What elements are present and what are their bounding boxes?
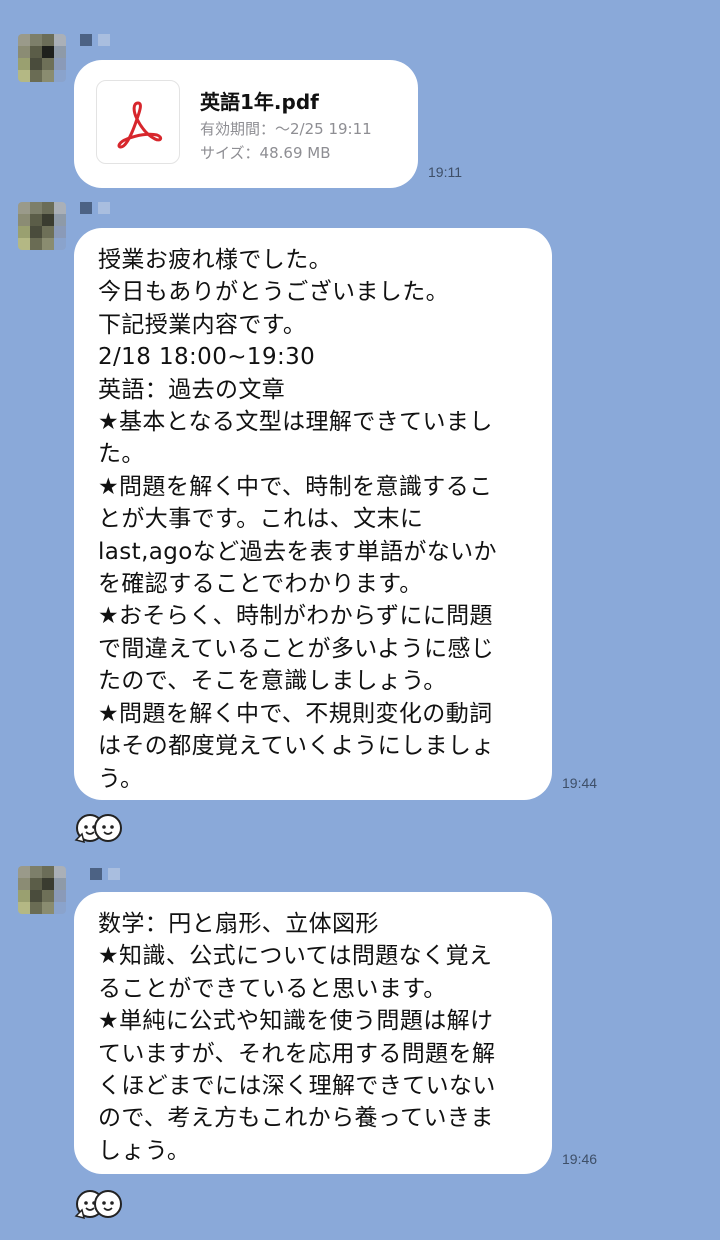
text-message-bubble[interactable]: 数学：円と扇形、立体図形 ★知識、公式については問題なく覚え ることができている… <box>74 892 552 1174</box>
file-name: 英語1年.pdf <box>200 90 319 114</box>
sender-name-blurred <box>90 868 120 882</box>
file-message-bubble[interactable]: 英語1年.pdf 有効期間：～2/25 19:11 サイズ：48.69 MB <box>74 60 418 188</box>
text-message-bubble[interactable]: 授業お疲れ様でした。 今日もありがとうございました。 下記授業内容です。 2/1… <box>74 228 552 800</box>
file-expiry: 有効期間：～2/25 19:11 <box>200 120 372 138</box>
sticker-faces-icon[interactable] <box>72 810 126 846</box>
sender-avatar[interactable] <box>18 34 66 82</box>
message-text: 授業お疲れ様でした。 今日もありがとうございました。 下記授業内容です。 2/1… <box>98 247 497 792</box>
message-text: 数学：円と扇形、立体図形 ★知識、公式については問題なく覚え ることができている… <box>98 911 496 1164</box>
pdf-icon <box>96 80 180 164</box>
message-time: 19:44 <box>562 775 598 791</box>
sticker-faces-icon[interactable] <box>72 1186 126 1222</box>
sender-avatar[interactable] <box>18 866 66 914</box>
sender-name-blurred <box>80 34 110 48</box>
message-time: 19:46 <box>562 1151 598 1167</box>
message-time: 19:11 <box>428 164 462 180</box>
file-size: サイズ：48.69 MB <box>200 144 331 162</box>
sender-avatar[interactable] <box>18 202 66 250</box>
sender-name-blurred <box>80 202 110 216</box>
